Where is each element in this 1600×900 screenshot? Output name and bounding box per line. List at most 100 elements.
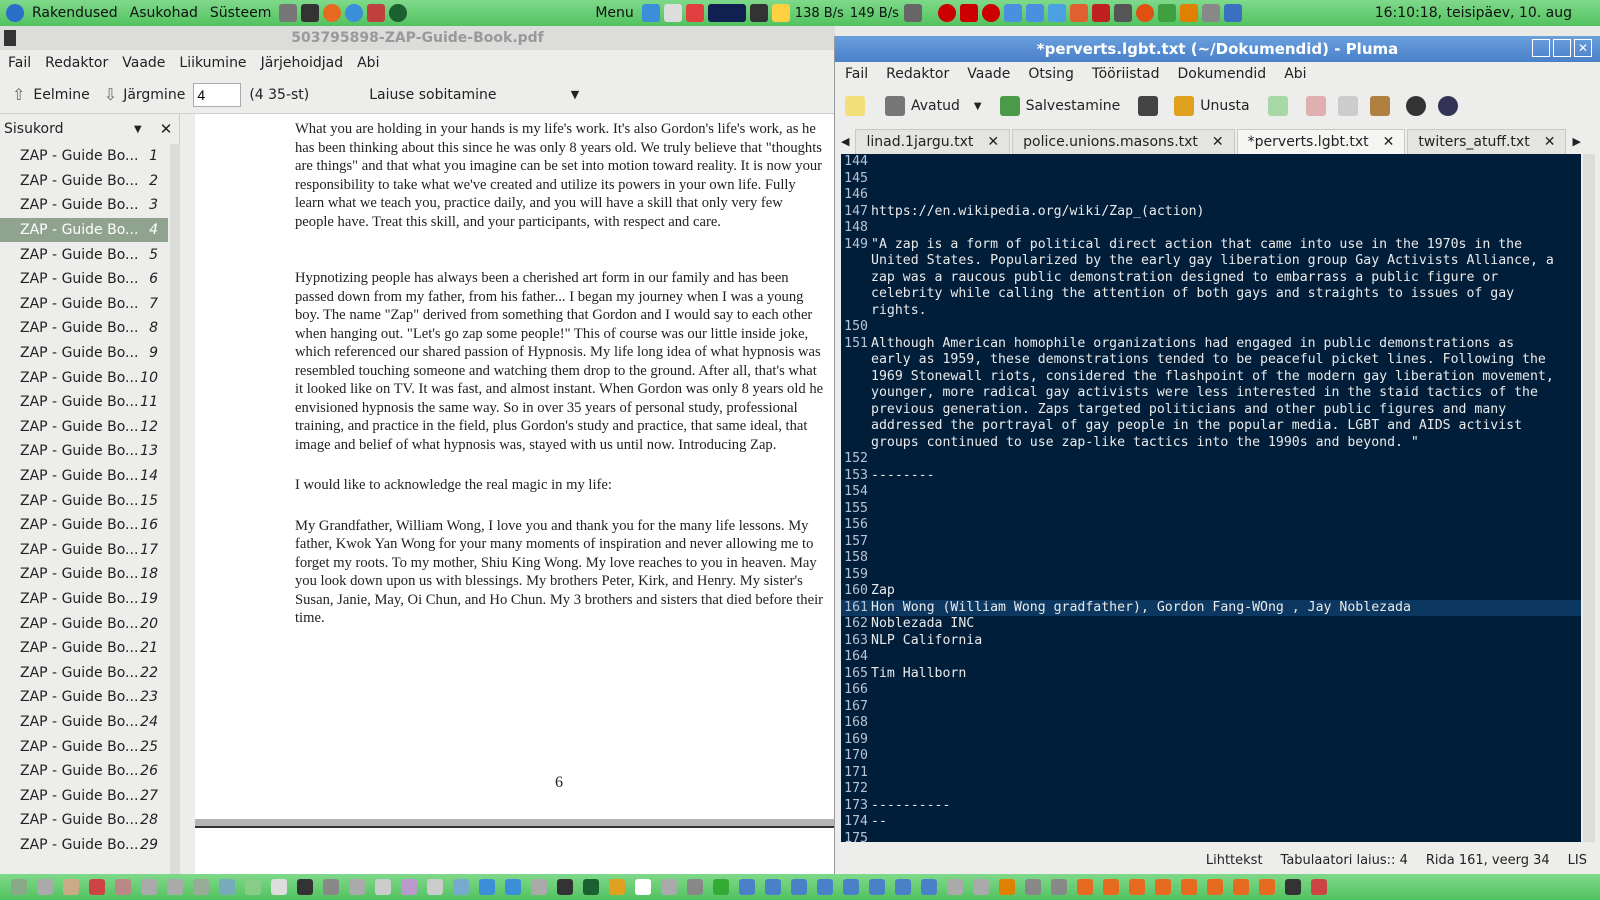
taskbar-window-icon[interactable] [11, 879, 27, 895]
outline-item[interactable]: ZAP - Guide Bo... 7 [0, 292, 168, 317]
redo-icon[interactable] [1267, 96, 1288, 116]
taskbar-window-icon[interactable] [505, 879, 521, 895]
editor-line[interactable]: 144 [841, 154, 1581, 171]
editor-line[interactable]: 147 https://en.wikipedia.org/wiki/Zap_(ac… [841, 204, 1581, 221]
language-select[interactable]: Lihttekst [1206, 853, 1263, 868]
taskbar-window-icon[interactable] [1103, 879, 1119, 895]
taskbar-window-icon[interactable] [869, 879, 885, 895]
editor-line[interactable]: 175 [841, 831, 1581, 843]
menu-applications[interactable]: Rakendused [26, 5, 124, 21]
tab-scroll-left-icon[interactable]: ◀ [835, 135, 855, 154]
taskbar-window-icon[interactable] [609, 879, 625, 895]
undo-button[interactable]: Unusta [1174, 96, 1250, 116]
close-icon[interactable]: ✕ [1212, 134, 1224, 150]
editor-line[interactable]: early as 1959, these demonstrations tend… [841, 352, 1581, 369]
taskbar-window-icon[interactable] [583, 879, 599, 895]
outline-item[interactable]: ZAP - Guide Bo... 21 [0, 636, 168, 661]
stop-icon[interactable] [959, 4, 978, 22]
editor-line[interactable]: rights. [841, 303, 1581, 320]
taskbar-window-icon[interactable] [271, 879, 287, 895]
close-icon[interactable]: ✕ [1574, 39, 1592, 57]
taskbar-window-icon[interactable] [1233, 879, 1249, 895]
editor-line[interactable]: 165 Tim Hallborn [841, 666, 1581, 683]
volume-icon[interactable] [903, 4, 922, 22]
globe-icon[interactable] [389, 4, 408, 22]
outline-item[interactable]: ZAP - Guide Bo... 18 [0, 562, 168, 587]
outline-item[interactable]: ZAP - Guide Bo... 10 [0, 365, 168, 390]
outline-item[interactable]: ZAP - Guide Bo... 23 [0, 685, 168, 710]
outline-item[interactable]: ZAP - Guide Bo... 11 [0, 390, 168, 415]
document-view[interactable]: What you are holding in your hands is my… [195, 114, 835, 874]
previous-page-button[interactable]: ⇧ Eelmine [12, 85, 90, 104]
editor-line[interactable]: younger, more radical gay activists were… [841, 385, 1581, 402]
pdf-menu-file[interactable]: Fail [8, 55, 31, 71]
editor-line[interactable]: 158 [841, 550, 1581, 567]
taskbar-window-icon[interactable] [89, 879, 105, 895]
outline-item[interactable]: ZAP - Guide Bo... 9 [0, 341, 168, 366]
editor-line[interactable]: 145 [841, 171, 1581, 188]
editor-menu-view[interactable]: Vaade [967, 66, 1010, 82]
taskbar-window-icon[interactable] [739, 879, 755, 895]
editor-line[interactable]: 152 [841, 451, 1581, 468]
outline-item[interactable]: ZAP - Guide Bo... 17 [0, 538, 168, 563]
new-document-icon[interactable] [845, 96, 865, 116]
search-icon[interactable] [1405, 96, 1426, 116]
print-icon[interactable] [1138, 96, 1159, 116]
taskbar-window-icon[interactable] [1129, 879, 1145, 895]
taskbar-window-icon[interactable] [63, 879, 79, 895]
editor-menu-tools[interactable]: Tööriistad [1092, 66, 1160, 82]
editor-line[interactable]: United States. Popularized by the early … [841, 253, 1581, 270]
close-icon[interactable]: ✕ [1544, 134, 1556, 150]
taskbar-window-icon[interactable] [1155, 879, 1171, 895]
editor-line[interactable]: celebrity while calling the attention of… [841, 286, 1581, 303]
taskbar-window-icon[interactable] [349, 879, 365, 895]
outline-item[interactable]: ZAP - Guide Bo... 29 [0, 833, 168, 858]
taskbar-window-icon[interactable] [297, 879, 313, 895]
applet-icon[interactable] [1003, 4, 1022, 22]
editor-line[interactable]: 153 -------- [841, 468, 1581, 485]
menu-button[interactable]: Menu [589, 5, 639, 21]
editor-line[interactable]: 170 [841, 748, 1581, 765]
editor-line[interactable]: 166 [841, 682, 1581, 699]
applet-icon[interactable] [1025, 4, 1044, 22]
taskbar-window-icon[interactable] [713, 879, 729, 895]
launcher-icon[interactable] [279, 4, 298, 22]
editor-line[interactable]: 172 [841, 781, 1581, 798]
clock[interactable]: 16:10:18, teisipäev, 10. aug [1375, 5, 1572, 21]
taskbar-window-icon[interactable] [843, 879, 859, 895]
distro-logo-icon[interactable] [6, 4, 24, 22]
taskbar-window-icon[interactable] [687, 879, 703, 895]
applet-icon[interactable] [685, 4, 704, 22]
taskbar-window-icon[interactable] [531, 879, 547, 895]
taskbar-window-icon[interactable] [1051, 879, 1067, 895]
taskbar-window-icon[interactable] [167, 879, 183, 895]
taskbar-window-icon[interactable] [375, 879, 391, 895]
next-page-button[interactable]: ⇩ Järgmine [104, 85, 186, 104]
editor-line[interactable]: 161 Hon Wong (William Wong gradfather), G… [841, 599, 1581, 616]
applet-icon[interactable] [1223, 4, 1242, 22]
tab-police[interactable]: police.unions.masons.txt ✕ [1012, 129, 1235, 154]
pdf-menu-help[interactable]: Abi [357, 55, 379, 71]
editor-line[interactable]: 146 [841, 187, 1581, 204]
outline-item[interactable]: ZAP - Guide Bo... 20 [0, 611, 168, 636]
outline-item[interactable]: ZAP - Guide Bo... 26 [0, 759, 168, 784]
editor-line[interactable]: 162 Noblezada INC [841, 616, 1581, 633]
notes-icon[interactable] [771, 4, 790, 22]
editor-line[interactable]: 155 [841, 501, 1581, 518]
checkbox-icon[interactable] [641, 4, 660, 22]
editor-line[interactable]: 156 [841, 517, 1581, 534]
outline-item[interactable]: ZAP - Guide Bo... 5 [0, 242, 168, 267]
text-editor-icon[interactable] [367, 4, 386, 22]
taskbar-window-icon[interactable] [479, 879, 495, 895]
window-menu-icon[interactable] [4, 30, 16, 46]
pdf-menu-bookmarks[interactable]: Järjehoidjad [261, 55, 344, 71]
outline-item[interactable]: ZAP - Guide Bo... 14 [0, 464, 168, 489]
editor-menu-file[interactable]: Fail [845, 66, 868, 82]
editor-line[interactable]: 150 [841, 319, 1581, 336]
applet-icon[interactable] [1113, 4, 1132, 22]
calendar-icon[interactable] [1091, 4, 1110, 22]
close-icon[interactable]: ✕ [987, 134, 999, 150]
taskbar-window-icon[interactable] [401, 879, 417, 895]
outline-item[interactable]: ZAP - Guide Bo... 28 [0, 808, 168, 833]
editor-line[interactable]: 1969 Stonewall riots, considered the fla… [841, 369, 1581, 386]
